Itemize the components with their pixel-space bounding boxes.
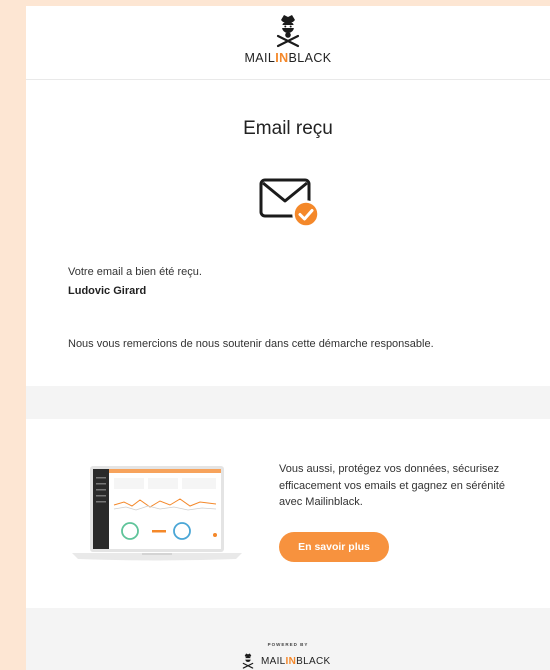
thanks-message: Nous vous remercions de nous soutenir da… <box>68 338 434 350</box>
envelope-check-icon <box>259 178 320 228</box>
masked-pirate-icon <box>276 15 300 48</box>
brand-logo[interactable]: MAILINBLACK <box>26 14 550 65</box>
promo-description: Vous aussi, protégez vos données, sécuri… <box>279 463 506 508</box>
powered-by-label: POWERED BY <box>267 642 309 647</box>
brand-name-part2: BLACK <box>288 51 332 65</box>
laptop-dashboard-image <box>72 466 242 561</box>
brand-name-highlight: IN <box>275 51 289 65</box>
email-container: MAILINBLACK Email reçu Votre email a bie… <box>26 6 550 670</box>
learn-more-button[interactable]: En savoir plus <box>279 532 389 562</box>
email-header: MAILINBLACK <box>26 6 550 80</box>
brand-wordmark: MAILINBLACK <box>26 51 550 65</box>
masked-pirate-icon <box>242 653 254 669</box>
footer-brand-logo[interactable]: MAILINBLACK <box>241 652 330 670</box>
sender-name: Ludovic Girard <box>68 285 147 297</box>
email-footer: POWERED BY MAILINBLACK <box>26 608 550 670</box>
confirmation-section: Email reçu Votre email a bien été reçu. … <box>26 80 550 386</box>
brand-name-part1: MAIL <box>244 51 276 65</box>
promo-section: Vous aussi, protégez vos données, sécuri… <box>26 419 550 608</box>
footer-brand-part1: MAIL <box>261 655 286 667</box>
section-divider <box>26 386 550 419</box>
footer-brand-part2: BLACK <box>296 655 331 667</box>
page-title: Email reçu <box>243 118 333 139</box>
received-message: Votre email a bien été reçu. <box>68 266 202 278</box>
page-background: MAILINBLACK Email reçu Votre email a bie… <box>0 0 550 670</box>
footer-brand-highlight: IN <box>285 655 297 667</box>
footer-brand-wordmark: MAILINBLACK <box>261 656 330 667</box>
